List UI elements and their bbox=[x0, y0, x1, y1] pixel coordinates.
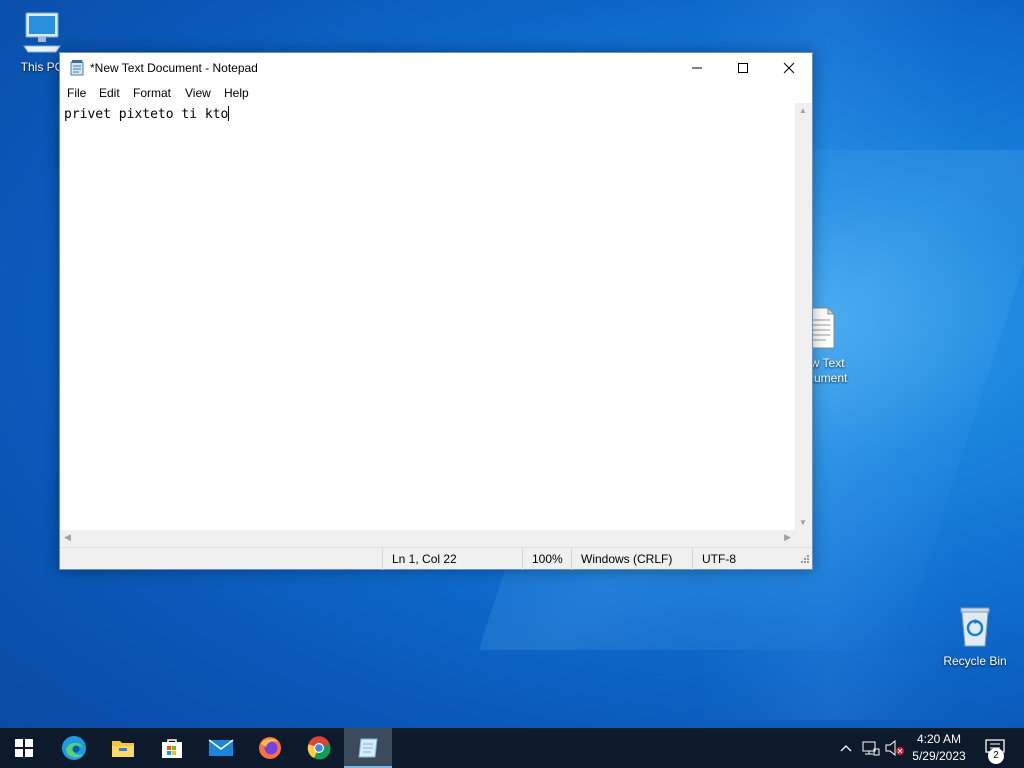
show-hidden-icons-button[interactable] bbox=[836, 728, 856, 768]
taskbar-clock[interactable]: 4:20 AM 5/29/2023 bbox=[904, 731, 974, 765]
chrome-icon bbox=[307, 736, 331, 760]
taskbar-mail[interactable] bbox=[197, 728, 245, 768]
taskbar-notepad[interactable] bbox=[344, 728, 392, 768]
encoding: UTF-8 bbox=[692, 548, 812, 570]
taskbar-store[interactable] bbox=[148, 728, 196, 768]
text-caret bbox=[228, 106, 230, 121]
computer-icon bbox=[2, 10, 82, 58]
scroll-down-icon[interactable]: ▼ bbox=[799, 518, 807, 527]
network-button[interactable] bbox=[860, 728, 882, 768]
notification-count-badge: 2 bbox=[988, 748, 1004, 764]
mail-icon bbox=[208, 739, 234, 756]
menu-view[interactable]: View bbox=[185, 86, 211, 100]
taskbar: 4:20 AM 5/29/2023 bbox=[0, 728, 1024, 768]
volume-button[interactable] bbox=[884, 728, 906, 768]
notepad-icon bbox=[358, 738, 378, 758]
status-bar: Ln 1, Col 22 100% Windows (CRLF) UTF-8 bbox=[60, 547, 812, 570]
notepad-icon bbox=[69, 60, 85, 79]
chevron-up-icon bbox=[840, 745, 852, 752]
menu-help[interactable]: Help bbox=[224, 86, 249, 100]
cursor-position: Ln 1, Col 22 bbox=[382, 548, 522, 570]
start-button[interactable] bbox=[0, 728, 48, 768]
clock-time: 4:20 AM bbox=[916, 732, 962, 746]
scroll-right-icon[interactable]: ▶ bbox=[784, 532, 791, 543]
clock-date: 5/29/2023 bbox=[912, 749, 966, 763]
windows-start-icon bbox=[15, 739, 33, 757]
firefox-icon bbox=[259, 737, 281, 759]
menu-file[interactable]: File bbox=[67, 86, 86, 100]
maximize-icon bbox=[738, 63, 748, 73]
taskbar-edge[interactable] bbox=[50, 728, 98, 768]
volume-muted-icon bbox=[885, 740, 904, 756]
notepad-window[interactable]: *New Text Document - Notepad File Edit F… bbox=[59, 52, 813, 570]
maximize-button[interactable] bbox=[720, 53, 766, 83]
line-ending: Windows (CRLF) bbox=[571, 548, 693, 570]
taskbar-chrome[interactable] bbox=[295, 728, 343, 768]
minimize-button[interactable] bbox=[674, 53, 720, 83]
text-editor[interactable]: privet pixteto ti kto bbox=[60, 103, 795, 530]
file-explorer-icon bbox=[112, 741, 134, 757]
network-icon bbox=[862, 741, 880, 756]
menu-bar: File Edit Format View Help bbox=[60, 83, 812, 103]
recycle-bin-icon bbox=[935, 602, 1015, 652]
title-bar[interactable]: *New Text Document - Notepad bbox=[60, 53, 812, 83]
scroll-up-icon[interactable]: ▲ bbox=[799, 106, 807, 115]
menu-format[interactable]: Format bbox=[133, 86, 171, 100]
desktop-icon-recycle-bin[interactable]: Recycle Bin bbox=[935, 602, 1015, 669]
menu-edit[interactable]: Edit bbox=[99, 86, 120, 100]
close-icon bbox=[783, 62, 795, 74]
resize-grip-icon[interactable] bbox=[800, 553, 810, 567]
minimize-icon bbox=[692, 67, 702, 69]
window-title: *New Text Document - Notepad bbox=[90, 61, 258, 75]
taskbar-firefox[interactable] bbox=[246, 728, 294, 768]
desktop-icon-label: Recycle Bin bbox=[943, 654, 1007, 668]
edge-icon bbox=[62, 736, 86, 760]
store-icon bbox=[162, 739, 182, 758]
close-button[interactable] bbox=[766, 53, 812, 83]
vertical-scrollbar[interactable]: ▲ ▼ bbox=[795, 103, 812, 530]
taskbar-file-explorer[interactable] bbox=[99, 728, 147, 768]
editor-content: privet pixteto ti kto bbox=[64, 107, 229, 122]
scrollbar-corner bbox=[795, 530, 812, 547]
scroll-left-icon[interactable]: ◀ bbox=[64, 532, 71, 543]
horizontal-scrollbar[interactable]: ◀ ▶ bbox=[60, 530, 795, 547]
zoom-level: 100% bbox=[522, 548, 574, 570]
